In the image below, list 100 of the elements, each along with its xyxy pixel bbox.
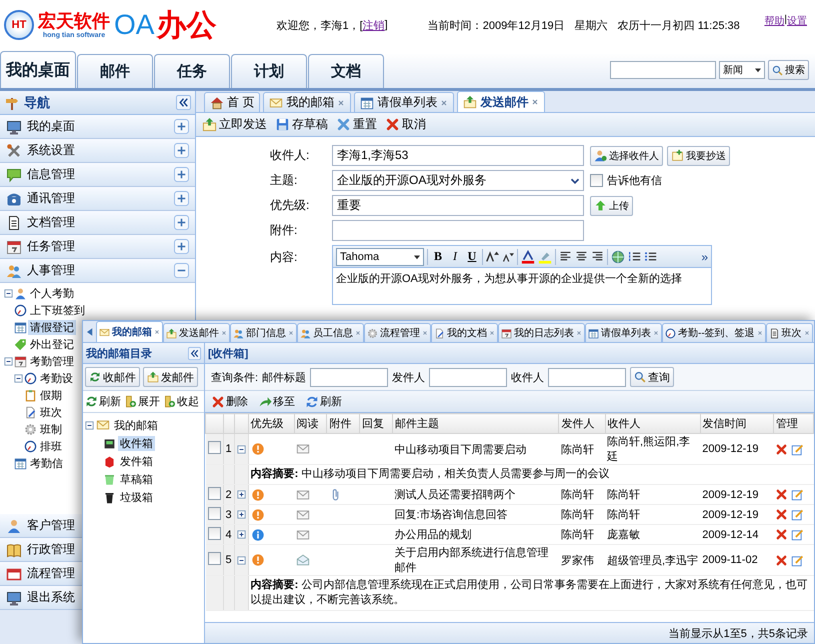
send-now-button[interactable]: 立即发送 xyxy=(202,116,267,133)
rich-text-editor[interactable]: Tahoma B I U » 企业版的开源OA现对外服务，为想从事开源的企业提供一个全新的选择 xyxy=(332,245,712,305)
expand-button[interactable]: 展开 xyxy=(124,394,160,409)
refresh-button[interactable]: 刷新 xyxy=(85,394,121,409)
collapse-button[interactable]: 收起 xyxy=(163,394,199,409)
category-select[interactable]: 新闻 xyxy=(719,61,765,79)
tree-item[interactable]: 考勤设 xyxy=(38,371,75,386)
tab[interactable]: 考勤--签到、签退 xyxy=(662,323,766,342)
save-draft-button[interactable]: 存草稿 xyxy=(275,116,328,133)
tree-item[interactable]: 排班 xyxy=(38,439,64,454)
sidebar-item[interactable]: 任务管理 xyxy=(27,238,75,255)
move-button[interactable]: 移至 xyxy=(258,394,295,409)
tab[interactable]: 发送邮件 xyxy=(163,323,230,342)
tree-item[interactable]: 请假登记 xyxy=(28,320,76,335)
pagination-info: 当前显示从1至5，共5条记录 xyxy=(668,626,808,640)
sidebar-item[interactable]: 通讯管理 xyxy=(27,190,75,207)
format-button[interactable]: B xyxy=(431,249,445,264)
recipient-cell: 陈尚轩 xyxy=(605,504,700,524)
nav-tab[interactable]: 邮件 xyxy=(77,54,153,88)
tree-item[interactable]: 个人考勤 xyxy=(28,286,76,301)
tab[interactable]: 我的邮箱 xyxy=(263,92,352,112)
cancel-button[interactable]: 取消 xyxy=(385,116,426,133)
column-header: 阅读 xyxy=(294,414,327,434)
date-cell: 2009-12-19 xyxy=(700,484,774,504)
logout-link[interactable]: 注销 xyxy=(362,18,385,32)
sidebar-item[interactable]: 文档管理 xyxy=(27,214,75,231)
field-label: 收件人: xyxy=(270,147,310,164)
tree-item[interactable]: 我的邮箱 xyxy=(112,418,160,432)
tab[interactable]: 我的文档 xyxy=(431,323,498,342)
subject-cell[interactable]: 中山移动项目下周需要启动 xyxy=(392,434,559,464)
sidebar-item[interactable]: 信息管理 xyxy=(27,166,75,183)
tab[interactable]: 流程管理 xyxy=(364,323,431,342)
select-recipient-button[interactable]: 选择收件人 xyxy=(590,146,663,166)
sidebar-item[interactable]: 行政管理 xyxy=(27,541,75,558)
sidebar-item[interactable]: 人事管理 xyxy=(27,262,75,279)
tree-item[interactable]: 收件箱 xyxy=(118,436,155,450)
logo-mark: HT xyxy=(4,10,34,40)
tree-item[interactable]: 发件箱 xyxy=(118,454,155,468)
content-summary: 内容摘要: 中山移动项目下周需要启动，相关负责人员需要参与周一的会议 xyxy=(250,466,610,482)
tree-item[interactable]: 考勤信 xyxy=(28,456,65,471)
nav-tab[interactable]: 任务 xyxy=(154,54,230,88)
tree-item[interactable]: 考勤管理 xyxy=(28,354,76,369)
tab[interactable]: 部门信息 xyxy=(230,323,297,342)
sidebar-item[interactable]: 客户管理 xyxy=(27,517,75,534)
tree-item[interactable]: 垃圾箱 xyxy=(118,490,155,504)
column-header: 管理 xyxy=(773,414,814,434)
nav-tab[interactable]: 计划 xyxy=(231,54,307,88)
sender-cell: 陈尚轩 xyxy=(558,524,606,544)
tree-item[interactable]: 草稿箱 xyxy=(118,472,155,486)
priority-field[interactable]: 重要 xyxy=(332,195,584,216)
more-button[interactable]: » xyxy=(701,250,708,264)
recipient-field[interactable]: 李海1,李海53 xyxy=(332,145,584,166)
tab[interactable]: 发送邮件 xyxy=(457,91,546,112)
tree-item[interactable]: 班次 xyxy=(38,405,64,420)
column-header: 附件 xyxy=(326,414,360,434)
sidebar-item[interactable]: 系统设置 xyxy=(27,142,75,159)
sidebar-item[interactable]: 我的桌面 xyxy=(27,118,75,135)
tab[interactable]: 请假单列表 xyxy=(585,323,662,342)
tab[interactable]: 我的邮箱 xyxy=(96,321,163,342)
query-button[interactable]: 查询 xyxy=(630,367,674,387)
header-link[interactable]: 帮助 xyxy=(764,14,784,28)
upload-button[interactable]: 上传 xyxy=(590,196,633,216)
tab[interactable]: 班次 xyxy=(766,323,813,342)
delete-button[interactable]: 删除 xyxy=(211,394,248,409)
tab[interactable]: 员工信息 xyxy=(297,323,364,342)
column-header: 优先级 xyxy=(248,414,294,434)
subject-cell[interactable]: 关于启用内部系统进行信息管理邮件 xyxy=(392,544,559,576)
tab[interactable]: 请假单列表 xyxy=(354,92,454,112)
refresh-button[interactable]: 刷新 xyxy=(305,394,342,409)
brand-name: 宏天软件 xyxy=(38,10,110,30)
column-header: 邮件主题 xyxy=(392,414,559,434)
format-button[interactable]: I xyxy=(448,249,462,264)
tree-item[interactable]: 上下班签到 xyxy=(28,303,87,318)
header-link[interactable]: 设置 xyxy=(787,14,807,28)
tree-item[interactable]: 班制 xyxy=(38,422,64,437)
sender-cell: 陈尚轩 xyxy=(558,504,606,524)
sidebar-item[interactable]: 流程管理 xyxy=(27,565,75,582)
welcome-text: 欢迎您，李海1，[ xyxy=(276,18,363,32)
subject-cell[interactable]: 办公用品的规划 xyxy=(392,524,559,544)
font-select[interactable]: Tahoma xyxy=(336,248,424,266)
editor-text: 企业版的开源OA现对外服务，为想从事开源的企业提供一个全新的选择 xyxy=(335,272,683,287)
sender-cell: 陈尚轩 xyxy=(558,434,606,464)
panel-title: [收件箱] xyxy=(208,346,248,360)
subject-field[interactable]: 企业版的开源OA现对外服务 xyxy=(332,170,584,191)
subject-cell[interactable]: 测试人员还需要招聘两个 xyxy=(392,484,559,504)
format-button[interactable]: U xyxy=(465,249,479,264)
cc-button[interactable]: 我要抄送 xyxy=(667,146,730,166)
lunar-time: 农历十一月初四 11:25:38 xyxy=(618,18,740,32)
send-mail-button[interactable]: 发邮件 xyxy=(143,367,198,387)
sidebar-item[interactable]: 退出系统 xyxy=(27,589,75,606)
tree-item[interactable]: 外出登记 xyxy=(28,337,76,352)
tab[interactable]: 首 页 xyxy=(204,92,260,112)
receive-mail-button[interactable]: 收邮件 xyxy=(85,367,140,387)
tree-item[interactable]: 假期 xyxy=(38,388,64,403)
nav-tab[interactable]: 文档 xyxy=(308,54,384,88)
nav-tab[interactable]: 我的桌面 xyxy=(0,51,76,88)
subject-cell[interactable]: 回复:市场咨询信息回答 xyxy=(392,504,559,524)
reset-button[interactable]: 重置 xyxy=(336,116,377,133)
search-button[interactable]: 搜索 xyxy=(768,60,809,80)
tab[interactable]: 我的日志列表 xyxy=(498,323,585,342)
